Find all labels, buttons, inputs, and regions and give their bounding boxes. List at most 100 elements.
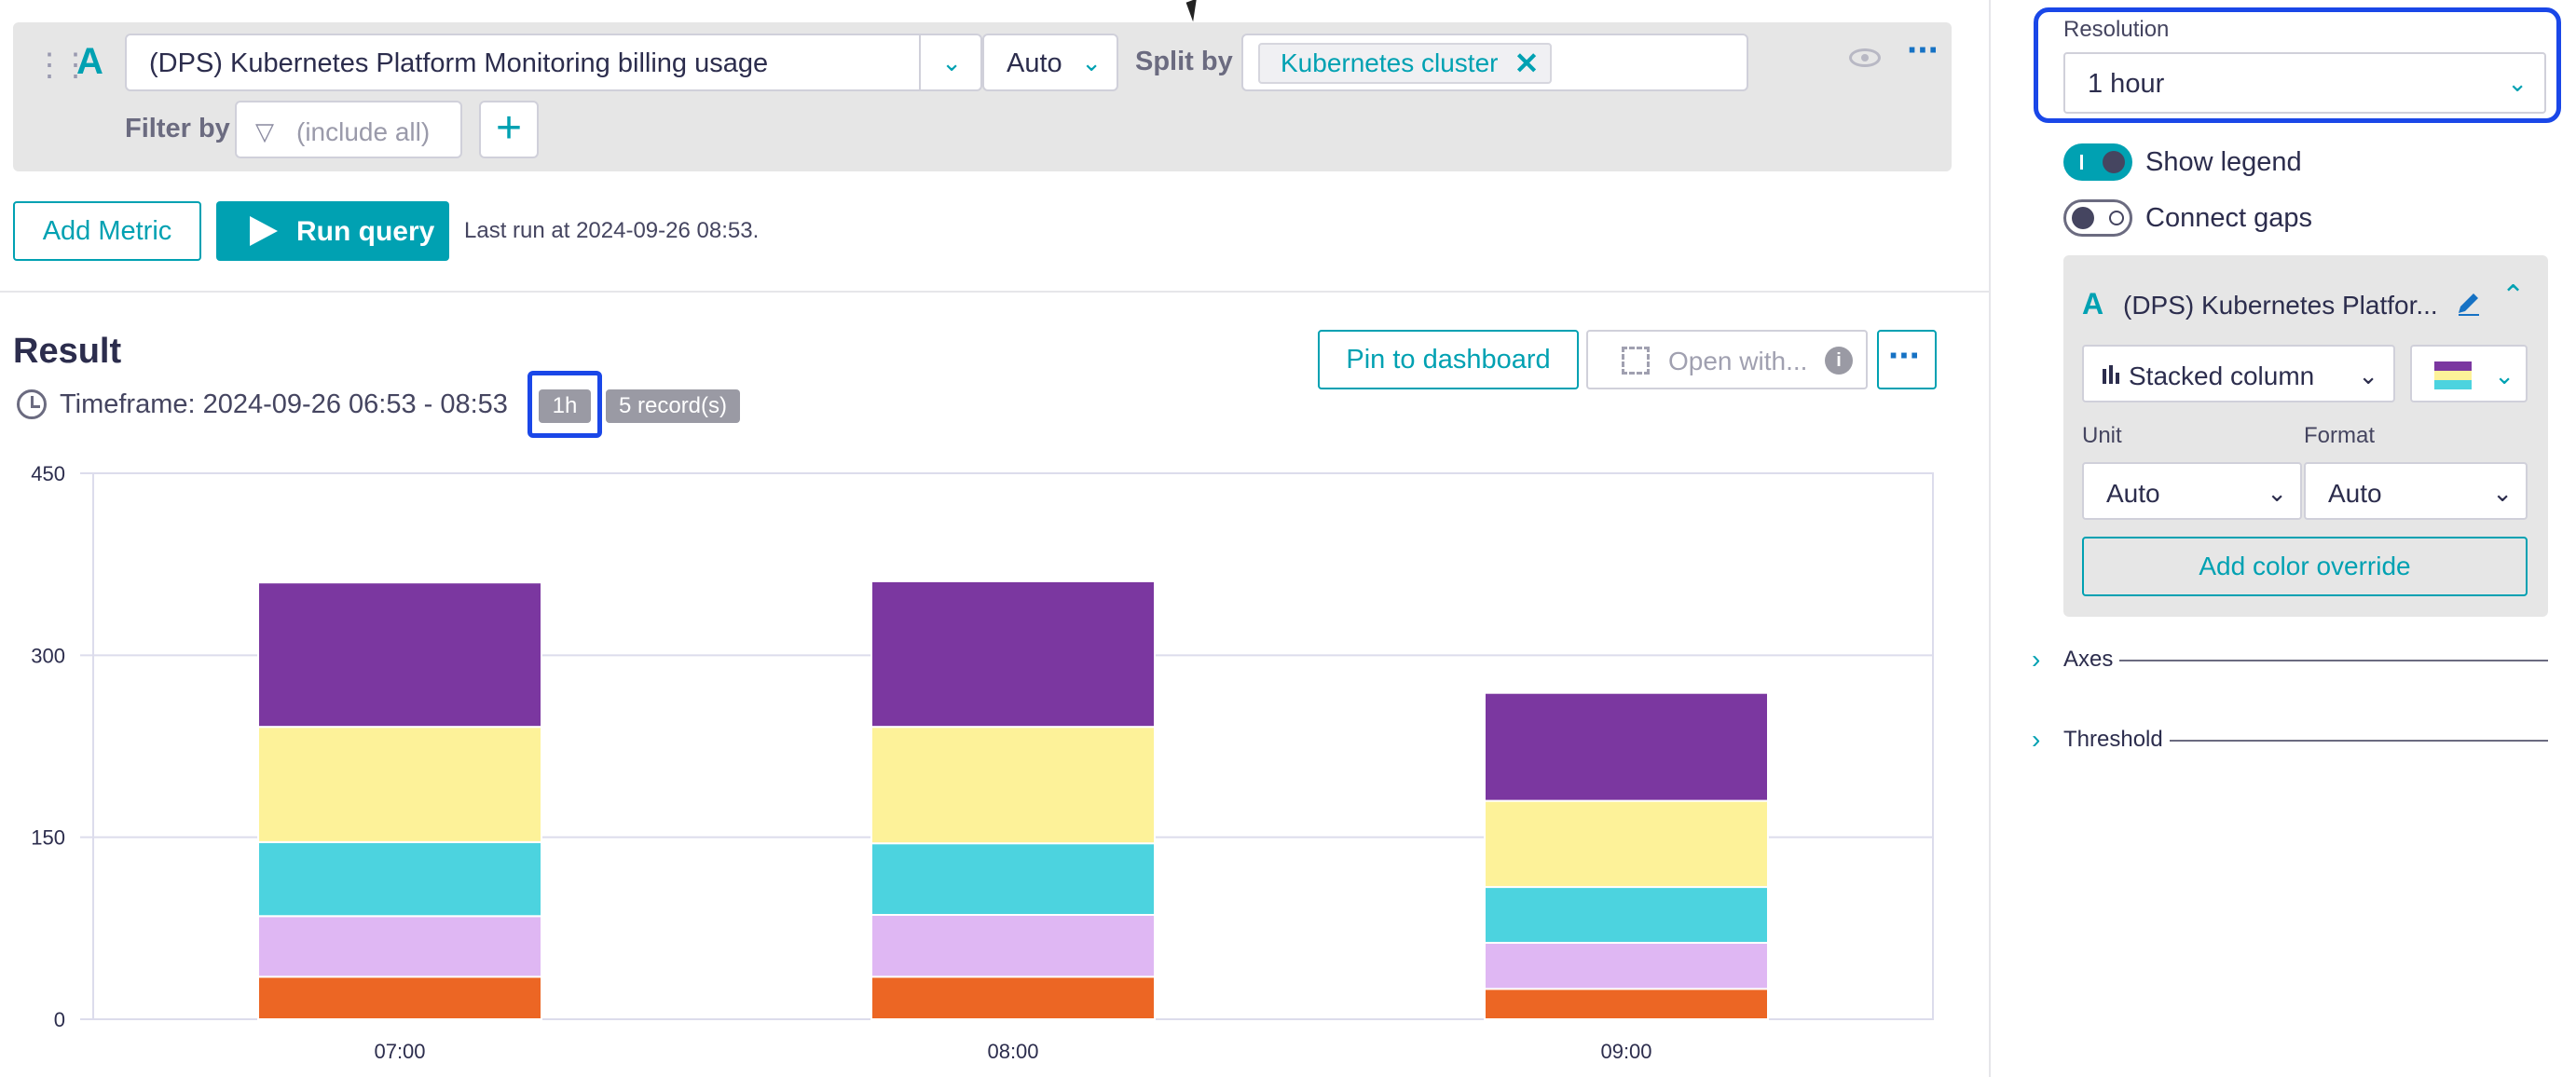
filter-placeholder: (include all) <box>296 117 431 146</box>
stacked-column-chart: 0 150 300 450 07:00 08:00 09:00 <box>31 462 1934 1063</box>
series-name: (DPS) Kubernetes Platfor... <box>2123 291 2438 320</box>
connect-gaps-toggle[interactable] <box>2063 199 2132 237</box>
bar-segment <box>1484 988 1769 1021</box>
threshold-label: Threshold <box>2063 727 2163 752</box>
toggle-knob <box>2072 207 2094 229</box>
bar-segment <box>1484 691 1769 802</box>
add-color-override-button[interactable]: Add color override <box>2082 537 2528 596</box>
series-settings-card: A (DPS) Kubernetes Platfor... ⌃ Stacked … <box>2063 255 2548 617</box>
result-title: Result <box>13 332 122 371</box>
threshold-section[interactable]: › Threshold <box>2032 725 2550 757</box>
chart-type-value: Stacked column <box>2129 361 2315 390</box>
chevron-right-icon: › <box>2032 725 2041 754</box>
bar-segment <box>1484 886 1769 944</box>
run-query-label: Run query <box>296 216 435 247</box>
chevron-down-icon: ⌄ <box>2358 361 2378 389</box>
bar-segment <box>870 914 1156 978</box>
bar-segment <box>257 975 542 1021</box>
x-tick-label: 08:00 <box>987 1040 1038 1063</box>
split-by-label: Split by <box>1135 47 1233 76</box>
add-metric-button[interactable]: Add Metric <box>13 201 201 261</box>
axes-section[interactable]: › Axes <box>2032 645 2550 676</box>
records-badge: 5 record(s) <box>606 389 740 423</box>
bar-segment <box>870 975 1156 1021</box>
metric-select-value: (DPS) Kubernetes Platform Monitoring bil… <box>149 48 769 78</box>
x-tick-label: 07:00 <box>374 1040 425 1063</box>
mouse-cursor-icon <box>1185 0 1204 22</box>
focus-highlight <box>528 371 602 438</box>
show-legend-label: Show legend <box>2145 147 2302 177</box>
close-icon[interactable]: ✕ <box>1514 45 1540 82</box>
chevron-down-icon: ⌄ <box>1081 48 1102 76</box>
play-icon <box>250 216 278 246</box>
divider <box>2119 660 2548 661</box>
query-row: ⋮⋮ A (DPS) Kubernetes Platform Monitorin… <box>13 22 1952 171</box>
split-chip: Kubernetes cluster ✕ <box>1258 43 1553 84</box>
split-by-input[interactable]: Kubernetes cluster ✕ <box>1241 34 1748 91</box>
toggle-on-mark <box>2080 155 2083 170</box>
pencil-icon[interactable] <box>2455 289 2483 317</box>
focus-highlight <box>2034 7 2561 123</box>
open-with-button[interactable]: Open with... i <box>1586 330 1868 389</box>
divider <box>919 35 921 89</box>
bar-segment <box>257 840 542 918</box>
chart-type-select[interactable]: Stacked column ⌄ <box>2082 345 2395 402</box>
bar-segment <box>257 581 542 729</box>
last-run-text: Last run at 2024-09-26 08:53. <box>464 218 760 243</box>
format-select[interactable]: Auto ⌄ <box>2304 462 2528 520</box>
bar-segment <box>1484 799 1769 889</box>
open-with-label: Open with... <box>1668 347 1808 375</box>
bar-segment <box>257 726 542 843</box>
bar-segment <box>257 915 542 978</box>
eye-icon[interactable] <box>1849 48 1881 67</box>
divider <box>0 291 1989 293</box>
pin-to-dashboard-button[interactable]: Pin to dashboard <box>1318 330 1579 389</box>
clock-icon <box>17 389 47 419</box>
bar-segment <box>870 726 1156 845</box>
metric-select[interactable]: (DPS) Kubernetes Platform Monitoring bil… <box>125 34 982 91</box>
divider <box>2170 740 2548 742</box>
axes-label: Axes <box>2063 647 2114 672</box>
more-options-icon[interactable]: ··· <box>1907 30 1940 72</box>
more-options-icon: ··· <box>1888 335 1922 376</box>
chevron-down-icon[interactable]: ⌄ <box>941 48 962 77</box>
bar-segment <box>1484 941 1769 990</box>
filter-icon: ▽ <box>255 117 274 145</box>
bar-segment <box>870 842 1156 917</box>
x-tick-label: 09:00 <box>1600 1040 1651 1063</box>
bar-chart-icon <box>2103 365 2119 384</box>
filter-by-label: Filter by <box>125 114 230 143</box>
panel-divider <box>1989 0 1991 1077</box>
toggle-knob <box>2103 151 2125 173</box>
y-tick-label: 0 <box>54 1008 65 1031</box>
unit-select[interactable]: Auto ⌄ <box>2082 462 2302 520</box>
color-palette-swatch-icon <box>2434 361 2472 389</box>
connect-gaps-label: Connect gaps <box>2145 203 2312 233</box>
split-chip-label: Kubernetes cluster <box>1281 48 1499 77</box>
chevron-right-icon: › <box>2032 645 2041 674</box>
bar-segment <box>870 579 1156 729</box>
series-letter: A <box>2082 287 2104 320</box>
color-palette-select[interactable]: ⌄ <box>2410 345 2528 402</box>
chevron-down-icon: ⌄ <box>2492 479 2513 507</box>
plus-icon: + <box>495 103 523 153</box>
aggregation-value: Auto <box>1007 48 1062 78</box>
query-letter: A <box>76 41 103 82</box>
chevron-down-icon: ⌄ <box>2267 479 2287 507</box>
add-filter-button[interactable]: + <box>479 101 539 158</box>
chevron-down-icon: ⌄ <box>2494 361 2514 389</box>
unit-value: Auto <box>2106 479 2160 508</box>
y-tick-label: 300 <box>31 644 65 667</box>
toggle-off-mark <box>2109 211 2124 225</box>
y-tick-label: 450 <box>31 462 65 485</box>
unit-label: Unit <box>2082 423 2122 448</box>
selection-icon <box>1622 347 1650 375</box>
chevron-up-icon[interactable]: ⌃ <box>2501 279 2525 312</box>
aggregation-select[interactable]: Auto ⌄ <box>982 34 1118 91</box>
run-query-button[interactable]: Run query <box>216 201 449 261</box>
show-legend-toggle[interactable] <box>2063 143 2132 181</box>
result-more-button[interactable]: ··· <box>1877 330 1937 389</box>
format-label: Format <box>2304 423 2376 448</box>
filter-input[interactable]: ▽ (include all) <box>235 101 462 158</box>
info-icon[interactable]: i <box>1825 347 1853 375</box>
